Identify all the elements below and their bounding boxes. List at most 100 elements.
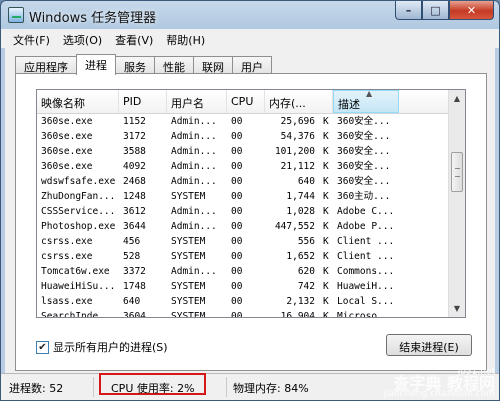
menu-help[interactable]: 帮助(H) <box>160 29 212 48</box>
cell-user-name: SYSTEM <box>171 236 206 247</box>
column-image-name[interactable]: 映像名称 <box>37 90 119 113</box>
column-user-name[interactable]: 用户名 <box>167 90 227 113</box>
minimize-button[interactable]: – <box>395 1 422 20</box>
table-row[interactable]: Tomcat6w.exe 3372 Admin... 00 620 K Commons... <box>37 264 465 279</box>
cell-memory: 556 <box>297 236 315 247</box>
menu-file[interactable]: 文件(F) <box>7 29 57 48</box>
tab-processes[interactable]: 进程 <box>76 54 116 75</box>
cell-memory: 1,028 <box>286 206 315 217</box>
window-controls: – □ ✕ <box>395 1 494 20</box>
minimize-icon: – <box>405 3 412 17</box>
cell-user-name: Admin... <box>171 161 217 172</box>
cell-memory: 447,552 <box>274 221 315 232</box>
cell-pid: 1248 <box>123 191 146 202</box>
table-row[interactable]: CSSService... 3612 Admin... 00 1,028 K Adobe C… <box>37 204 465 219</box>
cell-user-name: SYSTEM <box>171 191 206 202</box>
title-bar[interactable]: Windows 任务管理器 – □ ✕ <box>1 1 499 29</box>
close-button[interactable]: ✕ <box>449 1 494 20</box>
show-all-users-label: 显示所有用户的进程(S) <box>53 341 168 354</box>
cell-memory-unit: K <box>323 266 329 277</box>
scroll-up-button[interactable]: ▲ <box>449 90 465 107</box>
cell-cpu: 00 <box>231 131 243 142</box>
table-row[interactable]: 360se.exe 4092 Admin... 00 21,112 K 360安全... <box>37 159 465 174</box>
cell-image-name: HuaweiHiSu... <box>41 281 116 292</box>
cell-pid: 456 <box>123 236 141 247</box>
column-cpu[interactable]: CPU <box>227 90 265 113</box>
cell-memory: 1,744 <box>286 191 315 202</box>
tab-performance[interactable]: 性能 <box>154 56 194 74</box>
show-all-users-option[interactable]: ✔ 显示所有用户的进程(S) <box>36 339 168 355</box>
cell-cpu: 00 <box>231 221 243 232</box>
cell-cpu: 00 <box>231 311 243 318</box>
table-row[interactable]: HuaweiHiSu... 1748 SYSTEM 00 742 K HuaweiH... <box>37 279 465 294</box>
watermark-url: jiaocheng.chazidian.com <box>383 389 495 399</box>
tab-services[interactable]: 服务 <box>115 56 155 74</box>
menu-options[interactable]: 选项(O) <box>57 29 109 48</box>
table-row[interactable]: csrss.exe 528 SYSTEM 00 1,652 K Client ... <box>37 249 465 264</box>
cell-description: Local S... <box>337 296 395 307</box>
cell-pid: 3172 <box>123 131 146 142</box>
watermark: jb51.net 查字典 教程网 jiaocheng.chazidian.com <box>384 367 495 400</box>
process-list[interactable]: 映像名称 PID 用户名 CPU 内存(... ▲ 描述 360se.exe 11… <box>36 89 466 318</box>
cell-memory-unit: K <box>323 296 329 307</box>
show-all-users-checkbox[interactable]: ✔ <box>36 340 49 354</box>
table-row[interactable]: ZhuDongFan... 1248 SYSTEM 00 1,744 K 360主动... <box>37 189 465 204</box>
cell-user-name: Admin... <box>171 146 217 157</box>
watermark-brand: 查字典 教程网 <box>393 374 495 393</box>
cell-cpu: 00 <box>231 161 243 172</box>
scroll-down-icon: ▼ <box>453 304 461 313</box>
table-row[interactable]: 360se.exe 3172 Admin... 00 54,376 K 360安全... <box>37 129 465 144</box>
cell-description: Adobe P... <box>337 221 395 232</box>
cell-description: 360安全... <box>337 146 391 157</box>
cell-pid: 3372 <box>123 266 146 277</box>
cell-pid: 2468 <box>123 176 146 187</box>
tab-networking[interactable]: 联网 <box>193 56 233 74</box>
cell-description: 360主动... <box>337 191 391 202</box>
table-row[interactable]: wdswfsafe.exe 2468 Admin... 00 640 K 360安全... <box>37 174 465 189</box>
table-row[interactable]: 360se.exe 3588 Admin... 00 101,200 K 360安全... <box>37 144 465 159</box>
column-pid[interactable]: PID <box>119 90 167 113</box>
cell-image-name: csrss.exe <box>41 251 93 262</box>
cell-memory: 54,376 <box>280 131 315 142</box>
cell-cpu: 00 <box>231 176 243 187</box>
table-row[interactable]: SearchInde... 3604 SYSTEM 00 16,904 K Microso.… <box>37 309 465 318</box>
cell-description: 360安全... <box>337 116 391 127</box>
process-count: 进程数: 52 <box>9 382 64 395</box>
table-row[interactable]: lsass.exe 640 SYSTEM 00 2,132 K Local S... <box>37 294 465 309</box>
tab-users[interactable]: 用户 <box>232 56 272 74</box>
cell-pid: 528 <box>123 251 141 262</box>
cell-user-name: SYSTEM <box>171 311 206 318</box>
table-row[interactable]: csrss.exe 456 SYSTEM 00 556 K Client ... <box>37 234 465 249</box>
column-memory[interactable]: 内存(... <box>265 90 333 113</box>
table-row[interactable]: 360se.exe 1152 Admin... 00 25,696 K 360安全... <box>37 114 465 129</box>
cell-image-name: lsass.exe <box>41 296 93 307</box>
cell-memory: 640 <box>297 176 315 187</box>
cell-cpu: 00 <box>231 251 243 262</box>
status-bar: 进程数: 52 CPU 使用率: 2% 物理内存: 84% jb51.net 查… <box>1 367 499 400</box>
cell-memory-unit: K <box>323 131 329 142</box>
cell-memory-unit: K <box>323 146 329 157</box>
tab-applications[interactable]: 应用程序 <box>15 56 77 74</box>
cell-description: Commons... <box>337 266 395 277</box>
end-process-button[interactable]: 结束进程(E) <box>386 334 472 356</box>
processes-panel: 映像名称 PID 用户名 CPU 内存(... ▲ 描述 360se.exe 11… <box>15 73 487 371</box>
status-divider <box>226 377 227 397</box>
cell-cpu: 00 <box>231 296 243 307</box>
menu-view[interactable]: 查看(V) <box>109 29 160 48</box>
vertical-scrollbar[interactable]: ▲ ▼ <box>448 90 465 317</box>
cell-user-name: SYSTEM <box>171 296 206 307</box>
scroll-down-button[interactable]: ▼ <box>449 300 465 317</box>
table-row[interactable]: Photoshop.exe 3644 Admin... 00 447,552 K Adobe… <box>37 219 465 234</box>
column-description[interactable]: ▲ 描述 <box>333 90 399 113</box>
cell-memory: 620 <box>297 266 315 277</box>
scrollbar-thumb[interactable] <box>451 152 463 192</box>
cell-image-name: 360se.exe <box>41 131 93 142</box>
cpu-usage: CPU 使用率: 2% <box>99 373 206 395</box>
cell-pid: 1152 <box>123 116 146 127</box>
cell-cpu: 00 <box>231 266 243 277</box>
cell-image-name: Tomcat6w.exe <box>41 266 110 277</box>
cell-cpu: 00 <box>231 116 243 127</box>
cell-memory: 101,200 <box>274 146 315 157</box>
physical-memory: 物理内存: 84% <box>233 382 309 395</box>
maximize-button[interactable]: □ <box>422 1 449 20</box>
